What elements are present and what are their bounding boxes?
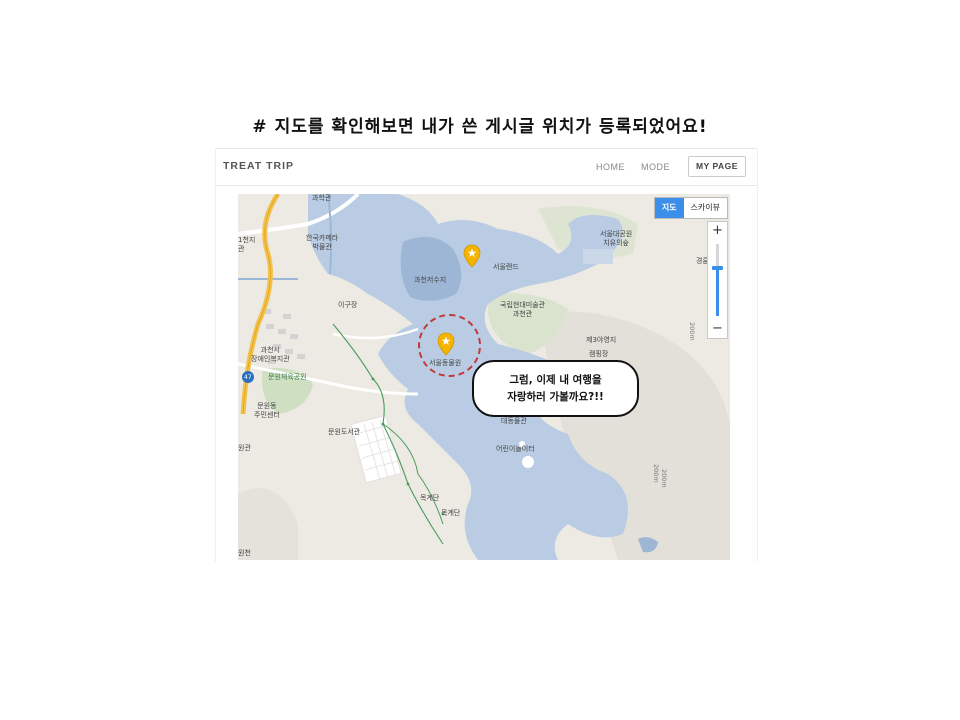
map-label-grand-park: 서울대공원 치유의숲 [600, 230, 632, 248]
map-label-left-top: 1천지 관 [238, 236, 255, 254]
speech-bubble-line1: 그럼, 이제 내 여행을 [509, 373, 602, 386]
my-page-button[interactable]: MY PAGE [688, 156, 746, 177]
map-label-welfare-center: 과천시 장애인복지관 [251, 346, 290, 364]
map-view[interactable]: 과학관 한국카메라 박물관 1천지 관 과천저수지 서울랜드 서울대공원 치유의… [238, 194, 730, 560]
zoom-in-button[interactable]: + [708, 222, 727, 240]
map-label-left-top-line2: 관 [238, 245, 245, 253]
map-label-mmca: 국립현대미술관 과천관 [500, 301, 545, 319]
map-label-left-mid: 원천 [238, 549, 251, 557]
page-caption: # 지도를 확인해보면 내가 쓴 게시글 위치가 등록되었어요! [252, 117, 708, 137]
map-label-camping: 캠핑장 [589, 350, 609, 358]
map-label-welfare-line1: 과천시 [260, 346, 280, 354]
map-type-toggle: 지도 스카이뷰 [653, 197, 728, 219]
altitude-label-1: 200m [660, 469, 668, 488]
zoom-out-button[interactable]: − [708, 320, 727, 338]
map-label-igu: 이구장 [338, 301, 358, 309]
altitude-label-2: 200m [688, 322, 696, 341]
map-label-science: 과학관 [312, 194, 332, 202]
map-label-camera-museum-line1: 한국카메라 [306, 234, 339, 242]
zoom-level-fill [716, 268, 719, 316]
map-label-munwon-center: 문원동 주민센터 [254, 402, 280, 420]
brand-logo[interactable]: TREAT TRIP [223, 160, 294, 172]
map-label-campsite3: 제3야영지 [586, 336, 617, 344]
map-label-munwon-park: 문원체육공원 [268, 373, 307, 381]
map-label-daedong: 대동물관 [501, 417, 527, 425]
map-label-seoul-land: 서울랜드 [493, 263, 519, 271]
map-label-camera-museum: 한국카메라 박물관 [306, 234, 338, 252]
map-label-munwon-library: 문원도서관 [328, 428, 361, 436]
map-label-mokgyedan-1: 목계단 [420, 494, 440, 502]
map-label-kids-playground: 어린이놀이터 [496, 445, 535, 453]
map-label-grand-park-line1: 서울대공원 [600, 230, 633, 238]
nav-mode-link[interactable]: MODE [641, 162, 670, 172]
app-window: TREAT TRIP HOME MODE MY PAGE 과학관 한국카메라 박… [215, 148, 758, 562]
map-label-mmca-line1: 국립현대미술관 [500, 301, 546, 309]
map-label-grand-park-line2: 치유의숲 [603, 239, 629, 247]
zoom-control: + − [707, 221, 728, 339]
zoom-slider-handle[interactable] [712, 266, 723, 270]
map-label-reservoir: 과천저수지 [414, 276, 447, 284]
map-label-munwon-center-line1: 문원동 [257, 402, 277, 410]
top-navbar: TREAT TRIP HOME MODE MY PAGE [216, 148, 757, 186]
map-label-mokgyedan-2: 목계단 [441, 509, 461, 517]
map-label-left-bottom: 원관 [238, 444, 251, 452]
location-pin-icon[interactable] [463, 244, 481, 268]
route-47-shield: 47 [244, 374, 252, 381]
map-label-camera-museum-line2: 박물관 [312, 243, 332, 251]
map-label-left-top-line1: 1천지 [238, 236, 256, 244]
map-label-mmca-line2: 과천관 [512, 310, 533, 318]
nav-home-link[interactable]: HOME [596, 162, 625, 172]
map-label-munwon-center-line2: 주민센터 [254, 411, 280, 419]
map-type-map-button[interactable]: 지도 [654, 198, 684, 218]
highlight-circle [418, 314, 481, 377]
altitude-label-3: 200m [652, 464, 660, 483]
speech-bubble-line2: 자랑하러 가볼까요?!! [507, 390, 604, 403]
map-type-skyview-button[interactable]: 스카이뷰 [684, 198, 727, 218]
map-label-welfare-line2: 장애인복지관 [251, 355, 290, 363]
speech-bubble: 그럼, 이제 내 여행을 자랑하러 가볼까요?!! [472, 360, 639, 417]
